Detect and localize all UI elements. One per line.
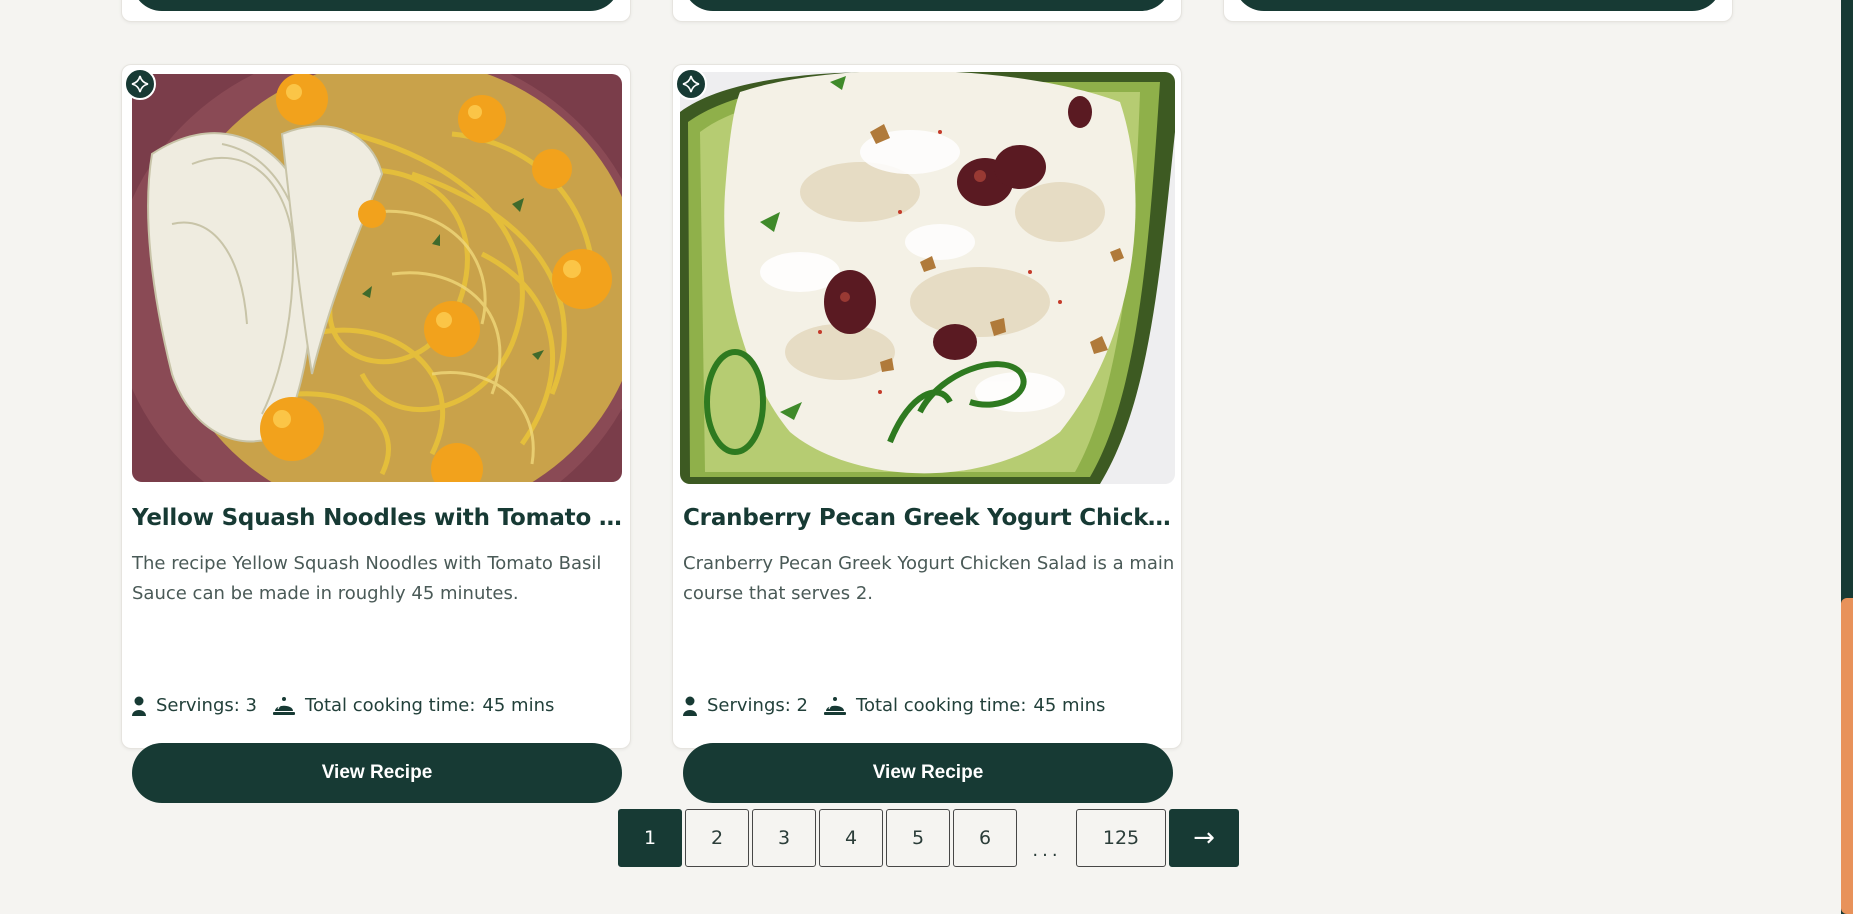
recipe-card-partial bbox=[121, 0, 631, 22]
plus-circle-icon bbox=[682, 75, 700, 93]
squash-noodles-photo bbox=[132, 74, 622, 482]
add-to-plan-button[interactable] bbox=[124, 68, 156, 100]
page-button-1[interactable]: 1 bbox=[618, 809, 682, 867]
cooking-time-value: 45 mins bbox=[482, 695, 555, 716]
recipe-image[interactable] bbox=[680, 72, 1175, 484]
cloche-icon bbox=[273, 696, 296, 716]
next-page-button[interactable]: → bbox=[1169, 809, 1239, 867]
recipe-card-partial bbox=[1223, 0, 1733, 22]
recipe-description: The recipe Yellow Squash Noodles with To… bbox=[132, 553, 602, 604]
recipe-card: Yellow Squash Noodles with Tomato Basil … bbox=[121, 64, 631, 803]
plus-circle-icon bbox=[131, 75, 149, 93]
pagination: 1 2 3 4 5 6 ... 125 → bbox=[618, 809, 1242, 867]
scrollbar-thumb[interactable] bbox=[1841, 598, 1853, 914]
cooking-time-label: Total cooking time: bbox=[305, 695, 476, 716]
recipe-description: Cranberry Pecan Greek Yogurt Chicken Sal… bbox=[683, 553, 1175, 604]
page-button-3[interactable]: 3 bbox=[752, 809, 816, 867]
recipe-title[interactable]: Cranberry Pecan Greek Yogurt Chicken Sal… bbox=[683, 505, 1175, 531]
pagination-ellipsis: ... bbox=[1032, 840, 1062, 861]
cooking-time-label: Total cooking time: bbox=[856, 695, 1027, 716]
chicken-salad-avocado-photo bbox=[680, 72, 1175, 484]
view-recipe-button[interactable]: View Recipe bbox=[683, 743, 1173, 803]
page-button-4[interactable]: 4 bbox=[819, 809, 883, 867]
view-recipe-button[interactable] bbox=[132, 0, 620, 11]
view-recipe-button[interactable] bbox=[1234, 0, 1722, 11]
recipe-image[interactable] bbox=[132, 74, 622, 482]
page-button-last[interactable]: 125 bbox=[1076, 809, 1166, 867]
cloche-icon bbox=[824, 696, 847, 716]
cooking-time-value: 45 mins bbox=[1033, 695, 1106, 716]
page-button-5[interactable]: 5 bbox=[886, 809, 950, 867]
recipe-meta: Servings: 3 Total cooking time: 45 mins bbox=[132, 695, 554, 716]
recipe-card: Cranberry Pecan Greek Yogurt Chicken Sal… bbox=[672, 64, 1182, 803]
servings-text: Servings: 2 bbox=[707, 695, 809, 716]
recipe-title[interactable]: Yellow Squash Noodles with Tomato Basil … bbox=[132, 505, 624, 531]
add-to-plan-button[interactable] bbox=[675, 68, 707, 100]
recipe-meta: Servings: 2 Total cooking time: 45 mins bbox=[683, 695, 1105, 716]
view-recipe-button[interactable]: View Recipe bbox=[132, 743, 622, 803]
view-recipe-button[interactable] bbox=[683, 0, 1171, 11]
person-icon bbox=[683, 696, 697, 716]
recipe-card-partial bbox=[672, 0, 1182, 22]
page-button-2[interactable]: 2 bbox=[685, 809, 749, 867]
person-icon bbox=[132, 696, 146, 716]
page-button-6[interactable]: 6 bbox=[953, 809, 1017, 867]
servings-text: Servings: 3 bbox=[156, 695, 258, 716]
